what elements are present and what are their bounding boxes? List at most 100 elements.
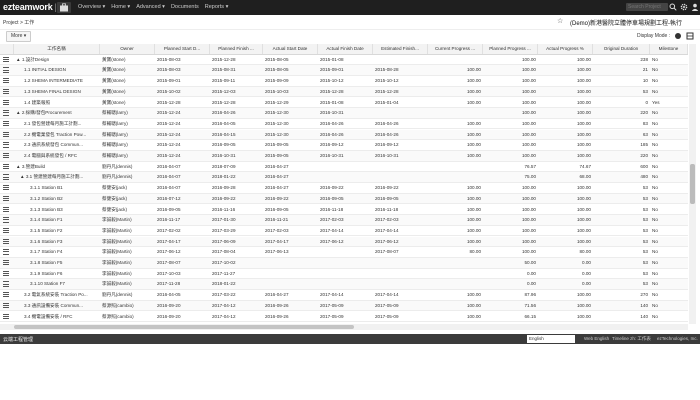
column-header[interactable]: Owner (100, 44, 155, 54)
table-row[interactable]: 2.2 機電業發包 Traction Pow... 蔡輔聰(larry) 2015-… (0, 129, 688, 141)
row-menu-icon[interactable] (3, 120, 9, 127)
table-cell[interactable]: 3.2 電氣系統安裝 Traction Po... (14, 290, 100, 300)
nav-item[interactable]: Home ▾ (111, 4, 130, 10)
row-menu-icon[interactable] (3, 110, 9, 116)
column-header[interactable]: Planned Start D... (155, 44, 210, 54)
column-header[interactable]: Actual Progress % (538, 44, 593, 54)
row-menu-icon[interactable] (3, 302, 9, 309)
table-row[interactable]: 3.1.10 Station F7 李誠毅(Martin) 2017-11-28 20… (0, 279, 688, 290)
table-cell[interactable]: 3.1.5 Station F2 (14, 226, 100, 236)
horizontal-scroll-thumb[interactable] (14, 325, 354, 329)
column-header[interactable]: Planned Progress ... (483, 44, 538, 54)
row-menu-icon[interactable] (3, 238, 9, 245)
home-button[interactable] (57, 2, 71, 13)
table-row[interactable]: 3.1.8 Station F5 李誠毅(Martin) 2017-08-07 201… (0, 258, 688, 269)
table-row[interactable]: 1.4 建築報照 黃寶(stone) 2015-12-28 2015-12-28 201… (0, 98, 688, 108)
table-cell[interactable]: 3.1.10 Station F7 (14, 279, 100, 289)
table-cell[interactable]: 2.3 通訊系統發包 Commun... (14, 140, 100, 150)
row-menu-icon[interactable] (3, 88, 9, 95)
table-row[interactable]: 3.1.4 Station F1 李誠毅(Martin) 2016-11-17 201… (0, 215, 688, 226)
table-cell[interactable]: 2.2 機電業發包 Traction Pow... (14, 130, 100, 140)
app-logo[interactable]: ezteamwork | (3, 2, 57, 12)
table-cell[interactable]: 1.1 INITIAL DESIGN (14, 65, 100, 75)
column-header[interactable]: Original Duration (593, 44, 650, 54)
column-header[interactable]: Estimated Finish... (373, 44, 428, 54)
table-row[interactable]: 3.1.2 Station B2 蔡健安(jack) 2016-07-12 2016-… (0, 193, 688, 205)
table-row[interactable]: 3.1.9 Station F6 李誠毅(Martin) 2017-10-03 201… (0, 269, 688, 280)
table-cell[interactable]: 2.4 電腦與系統發包 / RFC (14, 151, 100, 161)
row-menu-icon[interactable] (3, 99, 9, 106)
table-row[interactable]: ▲ 2.採購/發包Procurement 蔡輔聰(larry) 2015-12-24… (0, 108, 688, 119)
table-row[interactable]: ▲ 1.設計Design 黃寶(stone) 2015-08-03 2015-12-2… (0, 55, 688, 66)
table-cell[interactable]: 1.2 SHEMA INTERMEDIATE (14, 76, 100, 86)
row-menu-icon[interactable] (3, 270, 9, 277)
breadcrumb[interactable]: Project > 工作 (3, 19, 34, 26)
table-cell[interactable]: 3.1.8 Station F5 (14, 258, 100, 268)
table-row[interactable]: 3.1.5 Station F2 李誠毅(Martin) 2017-02-02 201… (0, 226, 688, 237)
table-row[interactable]: 1.1 INITIAL DESIGN 黃寶(stone) 2015-08-03 201… (0, 65, 688, 76)
table-row[interactable]: 3.1.1 Station B1 蔡健安(jack) 2016-04-07 2016-… (0, 183, 688, 194)
table-cell[interactable]: 3.1.6 Station F3 (14, 237, 100, 247)
row-menu-icon[interactable] (3, 153, 9, 159)
list-view-icon[interactable] (686, 32, 694, 40)
nav-item[interactable]: Advanced ▾ (136, 4, 165, 10)
horizontal-scrollbar[interactable] (0, 324, 688, 330)
row-menu-icon[interactable] (3, 313, 9, 320)
row-menu-icon[interactable] (3, 281, 9, 287)
nav-item[interactable]: Documents (171, 4, 199, 10)
table-cell[interactable]: 3.1.9 Station F6 (14, 269, 100, 279)
table-cell[interactable]: 1.3 SHEMA FINAL DESIGN (14, 87, 100, 97)
row-menu-icon[interactable] (3, 195, 9, 202)
search-project-input[interactable] (626, 3, 668, 11)
table-row[interactable]: 3.1.3 Station B3 蔡健安(jack) 2016-09-05 2016-… (0, 205, 688, 215)
table-cell[interactable]: 2.1 發包營建每月施工計劃... (14, 119, 100, 129)
column-header[interactable]: Actual Start Date (263, 44, 318, 54)
row-menu-icon[interactable] (3, 131, 9, 138)
column-header[interactable]: Current Progress ... (428, 44, 483, 54)
row-menu-icon[interactable] (3, 78, 9, 84)
language-select[interactable]: English (527, 335, 575, 343)
column-header[interactable]: Actual Finish Date (318, 44, 373, 54)
table-cell[interactable]: ▲ 3.營建Build (14, 162, 100, 172)
row-menu-icon[interactable] (3, 227, 9, 234)
row-menu-icon[interactable] (3, 163, 9, 170)
table-cell[interactable]: 1.4 建築報照 (14, 98, 100, 108)
table-row[interactable]: 1.2 SHEMA INTERMEDIATE 黃寶(stone) 2015-09-0… (0, 76, 688, 87)
table-row[interactable]: ▲ 3.1 營建營建每月施工計劃... 劉丹凡(dennis) 2016-04-07… (0, 172, 688, 183)
table-row[interactable]: 2.4 電腦與系統發包 / RFC 蔡輔聰(larry) 2015-12-24 201… (0, 151, 688, 162)
row-menu-icon[interactable] (3, 174, 9, 180)
table-row[interactable]: 2.1 發包營建每月施工計劃... 蔡輔聰(larry) 2015-12-24 201… (0, 119, 688, 130)
column-header[interactable]: Planned Finish ... (210, 44, 263, 54)
row-menu-icon[interactable] (3, 260, 9, 266)
table-cell[interactable]: ▲ 3.1 營建營建每月施工計劃... (14, 172, 100, 182)
table-cell[interactable]: 3.1.3 Station B3 (14, 205, 100, 215)
favorite-star-icon[interactable]: ☆ (557, 17, 563, 25)
column-header[interactable]: 工作名稱 (14, 44, 100, 54)
nav-item[interactable]: Reports ▾ (205, 4, 229, 10)
table-row[interactable]: 2.3 通訊系統發包 Commun... 蔡輔聰(larry) 2015-12-24… (0, 140, 688, 151)
table-cell[interactable]: ▲ 2.採購/發包Procurement (14, 108, 100, 118)
row-menu-icon[interactable] (3, 67, 9, 73)
user-icon[interactable] (691, 3, 699, 11)
table-row[interactable]: 1.3 SHEMA FINAL DESIGN 黃寶(stone) 2015-10-0… (0, 86, 688, 98)
table-cell[interactable]: 3.1.7 Station F4 (14, 247, 100, 257)
table-cell[interactable]: 3.3 通訊設備安裝 Commun... (14, 301, 100, 311)
search-icon[interactable] (669, 3, 677, 11)
row-menu-icon[interactable] (3, 185, 9, 191)
row-menu-icon[interactable] (3, 142, 9, 148)
row-menu-icon[interactable] (3, 292, 9, 298)
table-cell[interactable]: ▲ 1.設計Design (14, 55, 100, 65)
table-cell[interactable]: 3.1.4 Station F1 (14, 215, 100, 225)
gear-icon[interactable] (680, 3, 688, 11)
table-row[interactable]: 3.2 電氣系統安裝 Traction Po... 劉丹凡(dennis) 2016… (0, 290, 688, 301)
table-row[interactable]: ▲ 3.營建Build 劉丹凡(dennis) 2016-04-07 2018-07-… (0, 162, 688, 173)
vertical-scrollbar[interactable] (689, 44, 696, 324)
table-row[interactable]: 3.1.6 Station F3 李誠毅(Martin) 2017-04-17 201… (0, 236, 688, 248)
more-button[interactable]: More ▾ (6, 31, 32, 42)
table-row[interactable]: 3.4 機電設備安裝 / RFC 蔡源照(cambio) 2016-09-20 201… (0, 312, 688, 322)
table-row[interactable]: 3.3 通訊設備安裝 Commun... 蔡源照(cambio) 2016-09-2… (0, 300, 688, 312)
column-header[interactable]: Milestone (650, 44, 688, 54)
grid-view-icon[interactable] (674, 32, 682, 40)
row-menu-icon[interactable] (3, 206, 9, 213)
table-cell[interactable]: 3.4 機電設備安裝 / RFC (14, 312, 100, 322)
